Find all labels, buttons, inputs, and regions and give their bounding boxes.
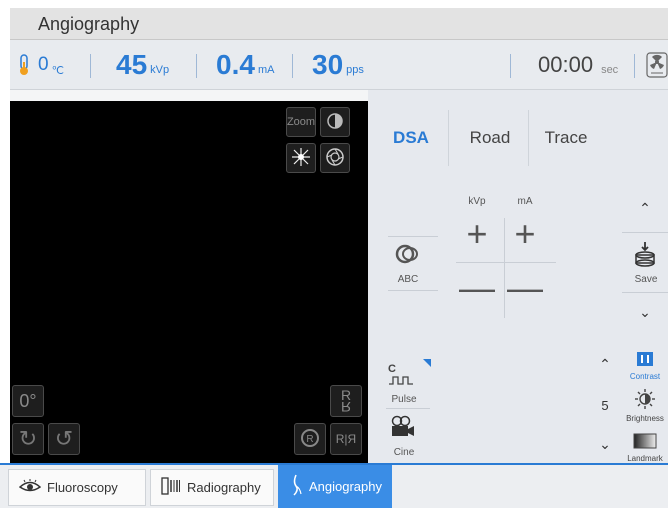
control-panel: DSA Road Trace ABC kVp mA + + — — ⌃ Save… — [368, 90, 668, 463]
save-label: Save — [634, 274, 658, 285]
divider — [196, 54, 197, 78]
kvp-increase-button[interactable]: + — [454, 214, 500, 254]
divider — [90, 54, 91, 78]
thermometer-icon — [18, 54, 30, 76]
radiation-icon[interactable] — [646, 40, 668, 90]
tab-angiography[interactable]: Angiography — [278, 465, 392, 508]
divider — [622, 292, 668, 293]
rotation-button[interactable]: 0° — [12, 385, 44, 417]
invert-button[interactable] — [320, 107, 350, 137]
ma-control-label: mA — [517, 196, 533, 207]
kvp-readout: 45 kVp — [116, 40, 169, 90]
pps-value: 30 — [312, 49, 344, 80]
tab-road[interactable]: Road — [460, 120, 520, 156]
divider — [528, 110, 529, 166]
level-value: 5 — [601, 398, 609, 413]
brightness-burst-button[interactable] — [286, 143, 316, 173]
temperature-readout: 0 ℃ — [18, 40, 64, 90]
cine-camera-icon[interactable] — [388, 414, 418, 440]
status-bar: 0 ℃ 45 kVp 0.4 mA 30 pps 00:00 sec — [10, 40, 668, 90]
pulse-letter: C — [388, 363, 396, 375]
save-disk-icon[interactable] — [630, 240, 660, 268]
abc-rings-icon[interactable] — [388, 242, 428, 266]
ma-increase-button[interactable]: + — [502, 214, 548, 254]
brightness-label: Brightness — [626, 414, 664, 423]
temperature-unit: ℃ — [51, 64, 64, 77]
vessel-icon — [289, 474, 303, 499]
title-bar: Angiography — [10, 8, 668, 40]
kvp-value: 45 — [116, 49, 148, 80]
level-down-icon[interactable]: ⌄ — [590, 436, 620, 453]
image-viewer[interactable]: Zoom 0° ↻ ↺ R R R R|Я — [10, 101, 368, 463]
reset-rotation-button[interactable]: R — [294, 423, 326, 455]
tab-fluoroscopy-label: Fluoroscopy — [47, 480, 118, 495]
divider — [292, 54, 293, 78]
svg-text:R: R — [306, 434, 313, 445]
timer-readout: 00:00 sec — [538, 40, 618, 90]
chevron-up-icon[interactable]: ⌃ — [630, 200, 660, 217]
level-up-icon[interactable]: ⌃ — [590, 356, 620, 373]
shutter-icon — [325, 147, 345, 170]
rotation-label: 0° — [19, 390, 37, 411]
shutter-button[interactable] — [320, 143, 350, 173]
eye-icon — [18, 478, 42, 497]
divider — [510, 54, 511, 78]
abc-label: ABC — [397, 274, 419, 285]
tab-angiography-label: Angiography — [309, 479, 382, 494]
invert-icon — [326, 112, 344, 133]
timer-unit: sec — [601, 64, 619, 76]
ma-unit: mA — [257, 64, 275, 76]
mode-tab-bar: Fluoroscopy Radiography Angiography — [0, 463, 668, 508]
mirror-label: R|Я — [335, 432, 357, 446]
landmark-icon[interactable] — [632, 432, 658, 450]
contrast-icon[interactable] — [634, 350, 656, 368]
main-area: Zoom 0° ↻ ↺ R R R R|Я DSA Road Trace ABC… — [10, 90, 668, 463]
divider — [456, 262, 556, 263]
contrast-label: Contrast — [629, 372, 661, 381]
divider — [448, 110, 449, 166]
chevron-down-icon[interactable]: ⌄ — [630, 304, 660, 321]
divider — [386, 408, 430, 409]
rotate-right-button[interactable]: ↺ — [48, 423, 80, 455]
zoom-label: Zoom — [286, 116, 316, 128]
pulse-label: Pulse — [391, 394, 417, 405]
tab-radiography[interactable]: Radiography — [150, 469, 274, 506]
rotate-ccw-icon: ↻ — [18, 426, 38, 451]
divider — [622, 232, 668, 233]
pulse-icon[interactable]: C — [388, 362, 418, 386]
divider — [634, 54, 635, 78]
landmark-label: Landmark — [627, 454, 663, 463]
mirror-button[interactable]: R|Я — [330, 423, 362, 455]
timer-value: 00:00 — [538, 52, 594, 77]
ma-value: 0.4 — [216, 49, 255, 80]
ma-readout: 0.4 mA — [216, 40, 274, 90]
zoom-button[interactable]: Zoom — [286, 107, 316, 137]
divider — [388, 236, 438, 237]
ma-decrease-button[interactable]: — — [502, 268, 548, 308]
temperature-value: 0 — [38, 54, 49, 75]
tab-fluoroscopy[interactable]: Fluoroscopy — [8, 469, 146, 506]
flip-vertical-button[interactable]: R R — [330, 385, 362, 417]
page-title: Angiography — [38, 14, 140, 34]
tab-trace[interactable]: Trace — [536, 120, 596, 156]
brightness-icon[interactable] — [634, 388, 656, 410]
tab-dsa[interactable]: DSA — [386, 120, 436, 156]
kvp-unit: kVp — [150, 64, 170, 76]
pps-unit: pps — [346, 64, 364, 76]
tab-radiography-label: Radiography — [187, 480, 261, 495]
burst-icon — [291, 147, 311, 170]
pps-readout: 30 pps — [312, 40, 364, 90]
cine-label: Cine — [393, 447, 415, 458]
flip-arrow-icon: R — [340, 399, 352, 415]
reset-icon: R — [299, 427, 321, 452]
rotate-left-button[interactable]: ↻ — [12, 423, 44, 455]
pulse-indicator-icon — [422, 358, 432, 368]
divider — [388, 290, 438, 291]
rotate-cw-icon: ↺ — [54, 426, 74, 451]
film-icon — [161, 477, 181, 498]
kvp-decrease-button[interactable]: — — [454, 268, 500, 308]
kvp-control-label: kVp — [468, 196, 486, 207]
